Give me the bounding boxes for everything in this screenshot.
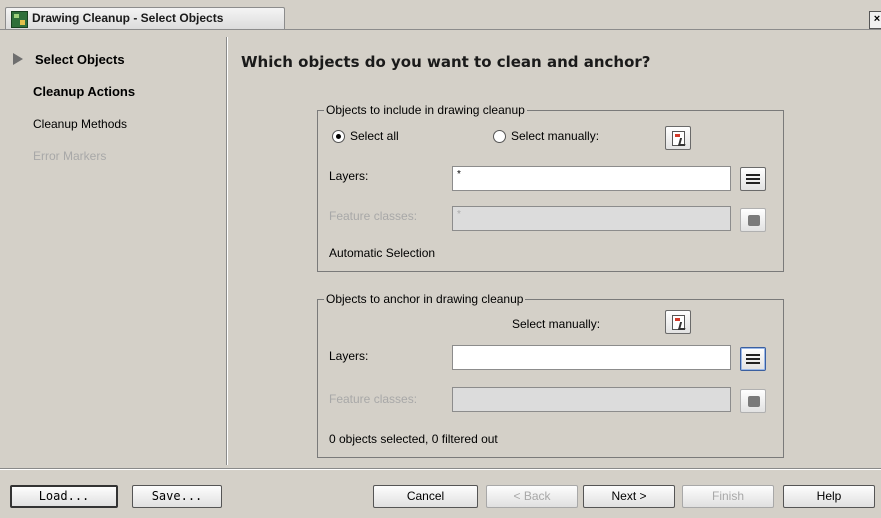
title-bar: Drawing Cleanup - Select Objects × — [0, 0, 881, 30]
nav-item-cleanup-actions[interactable]: Cleanup Actions — [33, 84, 135, 99]
anchor-feature-classes-picker-button — [740, 389, 766, 413]
layers-icon — [746, 353, 761, 366]
select-all-label[interactable]: Select all — [350, 129, 399, 143]
nav-item-cleanup-methods[interactable]: Cleanup Methods — [33, 117, 127, 131]
anchor-objects-group: Objects to anchor in drawing cleanup Sel… — [317, 292, 784, 458]
anchor-status-text: 0 objects selected, 0 filtered out — [329, 432, 498, 446]
anchor-select-manually-label: Select manually: — [512, 317, 601, 331]
anchor-layers-label: Layers: — [329, 349, 369, 363]
back-button: < Back — [486, 485, 578, 508]
drawing-cleanup-app-icon — [11, 11, 28, 28]
nav-item-error-markers: Error Markers — [33, 149, 107, 163]
include-layers-field[interactable]: * — [452, 166, 731, 191]
anchor-select-manually-button[interactable] — [665, 310, 691, 334]
include-feature-classes-field: * — [452, 206, 731, 231]
include-group-title: Objects to include in drawing cleanup — [324, 103, 527, 117]
nav-divider-highlight — [227, 37, 228, 465]
anchor-feature-classes-field — [452, 387, 731, 412]
save-button[interactable]: Save... — [132, 485, 222, 508]
feature-class-icon — [748, 215, 760, 226]
include-select-manually-button[interactable] — [665, 126, 691, 150]
anchor-layers-picker-button[interactable] — [740, 347, 766, 371]
title-tab: Drawing Cleanup - Select Objects — [5, 7, 285, 29]
close-button[interactable]: × — [869, 11, 881, 29]
anchor-layers-field[interactable] — [452, 345, 731, 370]
include-layers-picker-button[interactable] — [740, 167, 766, 191]
nav-item-select-objects[interactable]: Select Objects — [35, 52, 125, 67]
footer-divider-highlight — [0, 469, 881, 470]
finish-button: Finish — [682, 485, 774, 508]
include-status-text: Automatic Selection — [329, 246, 436, 260]
feature-class-icon — [748, 396, 760, 407]
current-step-arrow-icon — [13, 53, 23, 65]
include-feature-classes-label: Feature classes: — [329, 209, 418, 223]
include-objects-group: Objects to include in drawing cleanup Se… — [317, 103, 784, 272]
close-icon: × — [873, 13, 881, 25]
help-button[interactable]: Help — [783, 485, 875, 508]
include-feature-classes-picker-button — [740, 208, 766, 232]
cancel-button[interactable]: Cancel — [373, 485, 478, 508]
layers-icon — [746, 173, 761, 186]
next-button[interactable]: Next > — [583, 485, 675, 508]
window-title: Drawing Cleanup - Select Objects — [32, 11, 224, 25]
select-objects-icon — [672, 131, 685, 146]
page-heading: Which objects do you want to clean and a… — [241, 53, 651, 71]
select-all-radio[interactable] — [332, 130, 345, 143]
select-manually-radio[interactable] — [493, 130, 506, 143]
select-manually-label[interactable]: Select manually: — [511, 129, 599, 143]
load-button[interactable]: Load... — [10, 485, 118, 508]
title-divider — [0, 29, 881, 30]
select-objects-icon — [672, 315, 685, 330]
anchor-feature-classes-label: Feature classes: — [329, 392, 418, 406]
drawing-cleanup-dialog: Drawing Cleanup - Select Objects × Selec… — [0, 0, 881, 518]
anchor-group-title: Objects to anchor in drawing cleanup — [324, 292, 526, 306]
include-layers-label: Layers: — [329, 169, 369, 183]
